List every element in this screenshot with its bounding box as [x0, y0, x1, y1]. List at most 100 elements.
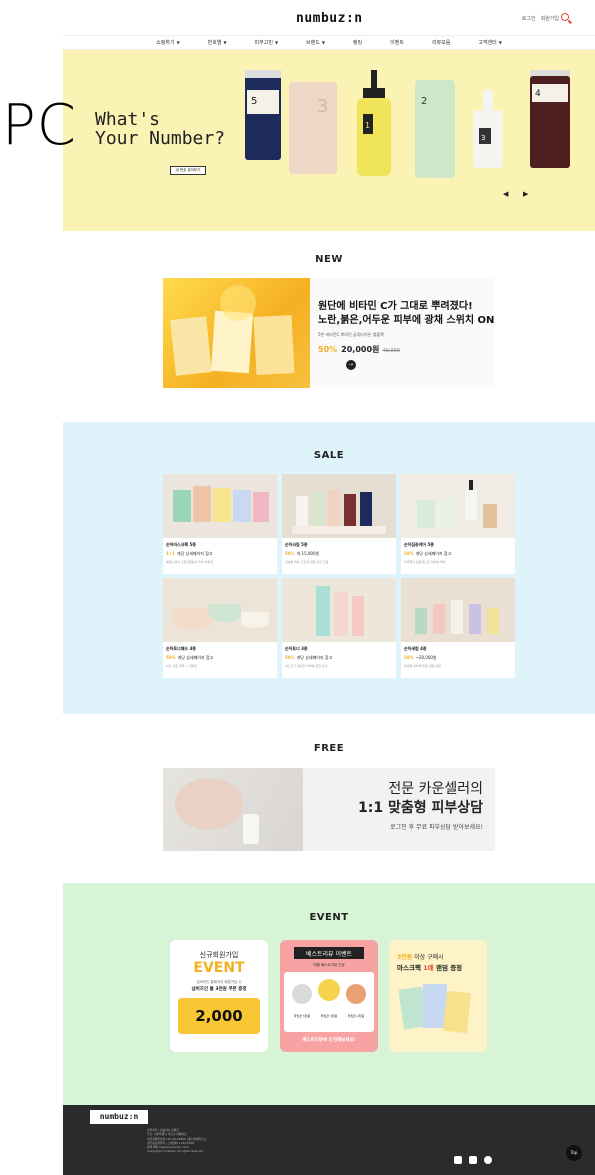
login-link[interactable]: 로그인 — [522, 15, 536, 22]
sale-info: 순하토너패드 4종 50% 개당 상세페이지 참고 하나 기준 하루 1 가볍게 — [166, 646, 274, 668]
consultation-image — [163, 768, 303, 851]
sale-desc: 번호별 피부에 맞춘 집중 세럼 — [404, 664, 441, 668]
medal-silver-label: 적립금 5천원 — [293, 1014, 311, 1018]
sale-product-image — [282, 578, 396, 642]
footer-info: 비플레인 | 대표이사 공채훈 주소: 서울특별시 강남구 테헤란로 사업자등록… — [147, 1128, 206, 1154]
sale-desc: 마스크가 필요한 피부를 위한 토너 — [285, 664, 328, 668]
nav-item-concern[interactable]: 피부고민 ▼ — [241, 36, 292, 49]
sale-discount: 50% — [285, 551, 295, 556]
chevron-down-icon: ▼ — [223, 40, 227, 45]
site-logo[interactable]: numbuz:n — [296, 11, 363, 26]
search-icon[interactable] — [561, 13, 569, 21]
sale-section: SALE 순하마스크팩 5종 1+1 개당 상세페이지 참고 헤일스에서 스토리텔… — [63, 422, 595, 714]
sale-price-text: 개당 상세페이지 참고 — [415, 551, 452, 556]
sale-name: 순하토너 3종 — [285, 646, 308, 651]
instagram-icon[interactable] — [454, 1156, 462, 1164]
sale-info: 순하마스크팩 5종 1+1 개당 상세페이지 참고 헤일스에서 스토리텔링의 피부… — [166, 542, 274, 564]
sale-product-grid: 순하마스크팩 5종 1+1 개당 상세페이지 참고 헤일스에서 스토리텔링의 피부… — [163, 474, 515, 678]
best-review-event-card[interactable]: 베스트리뷰 이벤트 매월 베스트리뷰 선정 적립금 5천원 적립금 3천원 적립… — [280, 940, 378, 1052]
new-product-banner[interactable]: 원단에 비타민 C가 그대로 뿌려졌다! 노란,붉은,어두운 피부에 광채 스위… — [163, 278, 495, 388]
sale-product-image — [401, 474, 515, 538]
footer-line: Copyright numbuzin. All rights reserved. — [147, 1149, 204, 1154]
signup-link[interactable]: 회원가입 — [541, 15, 559, 22]
product-5-tube: 5 — [245, 70, 281, 160]
event-section-title: EVENT — [309, 912, 349, 923]
nav-item-label: 번호별 — [207, 40, 222, 46]
consultation-line-2: 1:1 맞춤형 피부상담 — [358, 800, 483, 816]
consultation-banner[interactable]: 전문 카운셀러의 1:1 맞춤형 피부상담 로그인 후 무료 피부상담 받아보세… — [163, 768, 495, 851]
nav-item-brand[interactable]: 브랜드 ▼ — [292, 36, 339, 49]
sale-card[interactable]: 순하마스크팩 5종 1+1 개당 상세페이지 참고 헤일스에서 스토리텔링의 피부… — [163, 474, 277, 574]
new-section-title: NEW — [315, 254, 343, 265]
scroll-top-button[interactable]: Top — [566, 1145, 582, 1161]
svg-text:3: 3 — [317, 96, 328, 117]
sale-card[interactable]: 순하집중케어 5종 50% 개당 상세페이지 참고 자극없이 집중적으로 피부를 … — [401, 474, 515, 574]
sale-section-title: SALE — [313, 450, 345, 461]
sale-name: 순하마스크팩 5종 — [166, 542, 196, 547]
nav-item-ranking[interactable]: 랭킹 — [339, 36, 376, 49]
nav-item-label: 쇼핑하기 — [156, 40, 175, 46]
product-3-serum: 3 — [473, 90, 503, 168]
sale-desc: 번호별 피부 고민에 맞춘 순한 크림 — [285, 560, 329, 564]
sale-product-image — [282, 474, 396, 538]
nav-item-support[interactable]: 고객센터 ▼ — [464, 36, 515, 49]
youtube-icon[interactable] — [469, 1156, 477, 1164]
sale-price-text: 약 15,000원 — [296, 551, 320, 556]
find-number-button[interactable]: 내 번호 찾아보기 — [170, 166, 206, 175]
new-product-text: 원단에 비타민 C가 그대로 뿌려졌다! 노란,붉은,어두운 피부에 광채 스위… — [318, 300, 494, 355]
original-price: 40,000 — [382, 348, 400, 354]
new-subtitle: 5번 비타민C 뿌려진 글루타치온 앰플팩 — [318, 332, 384, 337]
nav-item-number[interactable]: 번호별 ▼ — [194, 36, 241, 49]
kakao-icon[interactable] — [484, 1156, 492, 1164]
consultation-line-3: 로그인 후 무료 피부상담 받아보세요! — [390, 824, 483, 831]
arrow-right-icon[interactable]: → — [346, 360, 356, 370]
sale-card[interactable]: 순하토너패드 4종 50% 개당 상세페이지 참고 하나 기준 하루 1 가볍게 — [163, 578, 277, 678]
sale-discount: 50% — [166, 655, 176, 660]
nav-item-event[interactable]: 이벤트 — [376, 36, 418, 49]
chevron-down-icon: ▼ — [274, 40, 279, 45]
sale-discount: 50% — [404, 551, 414, 556]
hero-title: What's Your Number? — [95, 109, 226, 149]
signup-event-card[interactable]: 신규회원가입 EVENT 넘버즈인 홈페이지 회원가입 시 넘버즈인 몰 3천원… — [170, 940, 268, 1052]
mask-event-item: 마스크팩 — [397, 964, 421, 972]
sale-info: 순하집중케어 5종 50% 개당 상세페이지 참고 자극없이 집중적으로 피부를 … — [404, 542, 512, 564]
new-product-image — [163, 278, 310, 388]
sale-price: 20,000원 — [341, 345, 380, 354]
signup-event-title: 신규회원가입 — [199, 951, 239, 959]
signup-event-desc-1: 넘버즈인 홈페이지 회원가입 시 — [196, 980, 242, 984]
sale-price-text: 개당 상세페이지 참고 — [296, 655, 333, 660]
review-event-cta: 베스트리뷰에 도전해보세요! — [302, 1038, 356, 1043]
sale-desc: 헤일스에서 스토리텔링의 피부 솔루션 — [166, 560, 214, 564]
hero-prev-button[interactable]: ◀ — [503, 190, 508, 198]
mask-event-condition: 이상 구매시 — [414, 954, 444, 961]
nav-item-reviews[interactable]: 리뷰모음 — [418, 36, 464, 49]
mask-event-count: 1매 — [423, 964, 434, 972]
review-event-title: 베스트리뷰 이벤트 — [305, 951, 353, 958]
site-header: numbuz:n 로그인 회원가입 — [63, 0, 595, 36]
sale-card[interactable]: 순하세럼 4종 50% ~20,000원 번호별 피부에 맞춘 집중 세럼 — [401, 578, 515, 678]
sale-desc: 자극없이 집중적으로 피부를 케어 — [404, 560, 446, 564]
signup-event-desc-2: 넘버즈인 몰 3천원 쿠폰 증정 — [191, 987, 247, 992]
chevron-down-icon: ▼ — [321, 40, 325, 45]
nav-item-label: 피부고민 — [254, 40, 273, 46]
consultation-text: 전문 카운셀러의 1:1 맞춤형 피부상담 로그인 후 무료 피부상담 받아보세… — [358, 780, 483, 831]
nav-item-shop[interactable]: 쇼핑하기 ▼ — [142, 36, 193, 49]
new-headline-2: 노란,붉은,어두운 피부에 광채 스위치 ON — [318, 315, 495, 326]
signup-event-label: EVENT — [193, 960, 245, 976]
product-2-tube: 2 — [415, 80, 455, 178]
mask-pack-event-card[interactable]: 3만원 이상 구매시 마스크팩 1매 랜덤 증정 — [389, 940, 487, 1052]
sale-discount: 1+1 — [166, 551, 175, 556]
sale-info: 순하세럼 4종 50% ~20,000원 번호별 피부에 맞춘 집중 세럼 — [404, 646, 512, 668]
new-headline-1: 원단에 비타민 C가 그대로 뿌려졌다! — [318, 301, 473, 312]
mask-event-gift: 랜덤 증정 — [435, 964, 463, 972]
product-1-bottle: 1 — [357, 70, 391, 176]
review-event-sub: 매월 베스트리뷰 선정 — [313, 963, 345, 967]
sale-card[interactable]: 순하토너 3종 50% 개당 상세페이지 참고 마스크가 필요한 피부를 위한 토… — [282, 578, 396, 678]
sale-product-image — [163, 474, 277, 538]
sale-card[interactable]: 순하크림 5종 50% 약 15,000원 번호별 피부 고민에 맞춘 순한 크림 — [282, 474, 396, 574]
nav-item-label: 브랜드 — [306, 40, 320, 46]
mask-event-line-2: 마스크팩 1매 랜덤 증정 — [397, 962, 462, 972]
mask-pack-graphic — [170, 285, 295, 376]
social-links — [454, 1156, 492, 1164]
hero-next-button[interactable]: ▶ — [523, 190, 528, 198]
